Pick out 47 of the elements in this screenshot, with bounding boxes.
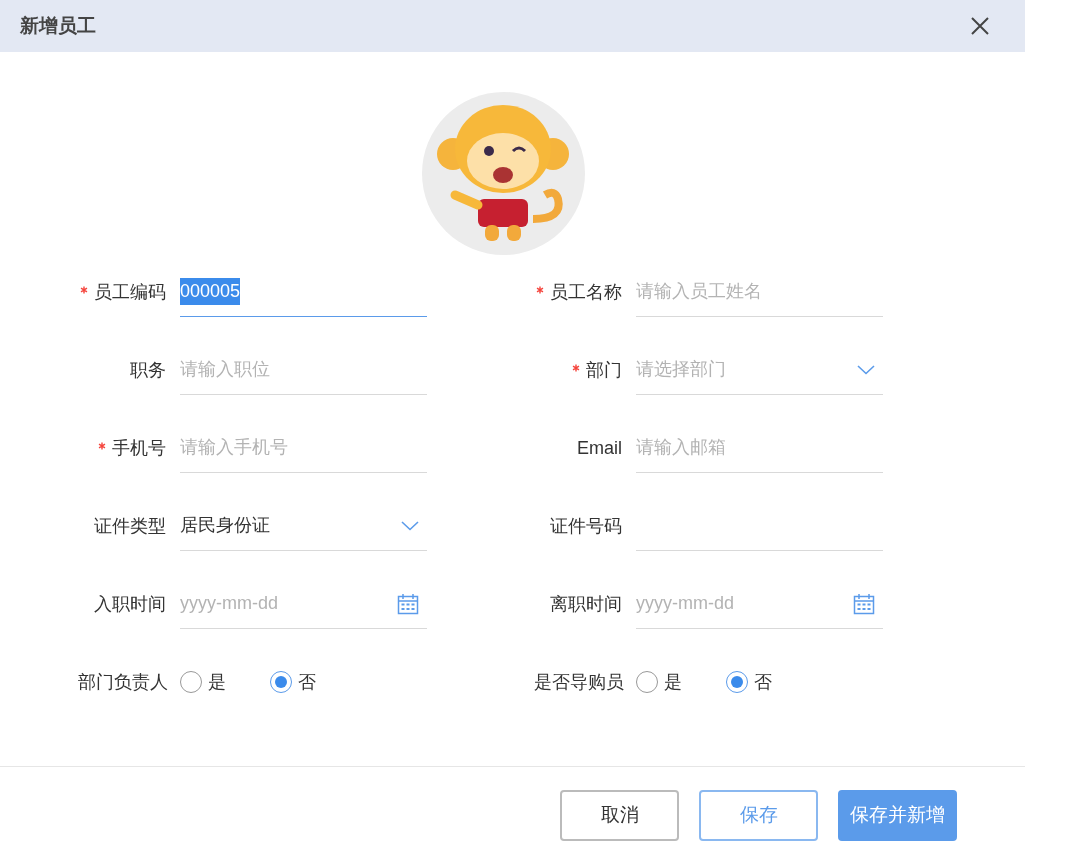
save-and-new-button[interactable]: 保存并新增 [838, 790, 957, 841]
field-value: 000005 [180, 278, 241, 305]
calendar-icon [853, 592, 875, 615]
calendar-icon [397, 592, 419, 615]
date-field[interactable]: yyyy-mm-dd [636, 579, 883, 629]
radio-button[interactable] [180, 671, 202, 693]
field-label: 员工名称 [550, 280, 622, 304]
field-placeholder: yyyy-mm-dd [180, 592, 278, 615]
field-label: 是否导购员 [534, 670, 624, 694]
field-label: 手机号 [112, 436, 166, 460]
radio-label: 否 [754, 670, 772, 694]
field-placeholder: 请输入手机号 [180, 436, 288, 459]
dialog-title: 新增员工 [20, 13, 96, 38]
radio-button[interactable] [270, 671, 292, 693]
save-button[interactable]: 保存 [699, 790, 818, 841]
date-field[interactable]: yyyy-mm-dd [180, 579, 427, 629]
field-label: Email [577, 436, 622, 460]
input-field[interactable]: 请输入职位 [180, 345, 427, 395]
input-field[interactable]: 请输入邮箱 [636, 423, 883, 473]
field-placeholder: 请选择部门 [636, 358, 726, 381]
field-label: 职务 [130, 358, 166, 382]
field-label: 员工编码 [94, 280, 166, 304]
field-label: 部门 [586, 358, 622, 382]
field-label: 离职时间 [550, 592, 622, 616]
radio-button[interactable] [636, 671, 658, 693]
input-field[interactable]: 请输入员工姓名 [636, 267, 883, 317]
chevron-down-icon [857, 364, 875, 375]
field-value: 居民身份证 [180, 514, 270, 537]
cancel-button[interactable]: 取消 [560, 790, 679, 841]
radio-label: 否 [298, 670, 316, 694]
field-placeholder: yyyy-mm-dd [636, 592, 734, 615]
field-label: 部门负责人 [78, 670, 168, 694]
field-placeholder: 请输入职位 [180, 358, 270, 381]
field-label: 证件类型 [94, 514, 166, 538]
input-field[interactable]: 000005 [180, 267, 427, 317]
field-label: 入职时间 [94, 592, 166, 616]
radio-label: 是 [208, 670, 226, 694]
input-field[interactable]: 请输入手机号 [180, 423, 427, 473]
radio-button[interactable] [726, 671, 748, 693]
select-field[interactable]: 居民身份证 [180, 501, 427, 551]
chevron-down-icon [401, 520, 419, 531]
close-icon[interactable] [971, 17, 989, 35]
radio-label: 是 [664, 670, 682, 694]
select-field[interactable]: 请选择部门 [636, 345, 883, 395]
field-placeholder: 请输入员工姓名 [636, 280, 762, 303]
field-placeholder: 请输入邮箱 [636, 436, 726, 459]
field-label: 证件号码 [550, 514, 622, 538]
